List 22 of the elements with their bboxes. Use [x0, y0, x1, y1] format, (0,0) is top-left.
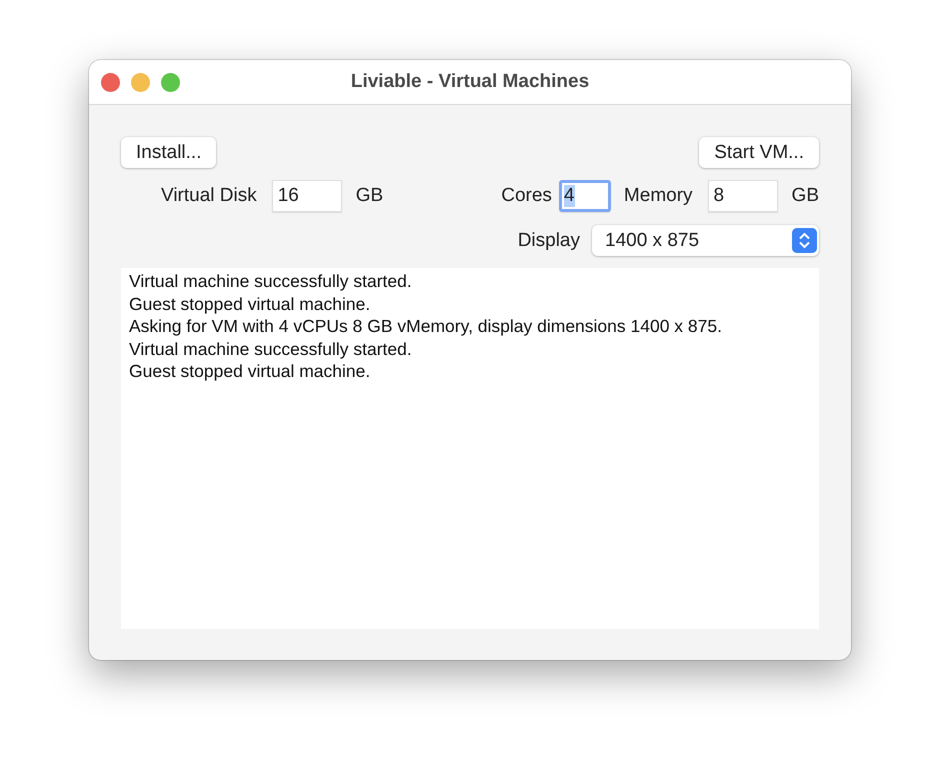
input-field[interactable]: 16 [272, 180, 342, 212]
push-button[interactable]: Install... [121, 137, 216, 168]
zoom-button[interactable] [161, 72, 180, 92]
log-line: Guest stopped virtual machine. [129, 360, 370, 382]
push-button[interactable]: Start VM... [699, 137, 819, 168]
unit-label: GB [356, 185, 384, 207]
display-label: Display [518, 230, 580, 252]
log-line: Guest stopped virtual machine. [129, 292, 370, 315]
input-field[interactable]: 8 [708, 180, 778, 212]
window-title: Liviable - Virtual Machines [350, 71, 590, 92]
unit-label: GB [792, 185, 819, 207]
display-popup[interactable]: 1400 x 875 [592, 225, 819, 256]
field-label: Memory [624, 185, 693, 207]
log-line: Asking for VM with 4 vCPUs 8 GB vMemory, display dimensions 1400 x 875. [129, 315, 722, 338]
log-line: Virtual machine successfully started. [129, 270, 412, 292]
stepper-icon [792, 228, 817, 253]
minimize-button[interactable] [131, 72, 150, 92]
log-line: Virtual machine successfully started. [129, 338, 412, 360]
field-label: Virtual Disk [161, 185, 257, 207]
close-button[interactable] [101, 72, 120, 92]
input-field[interactable]: 4 [558, 180, 611, 212]
field-label: Cores [501, 185, 552, 207]
